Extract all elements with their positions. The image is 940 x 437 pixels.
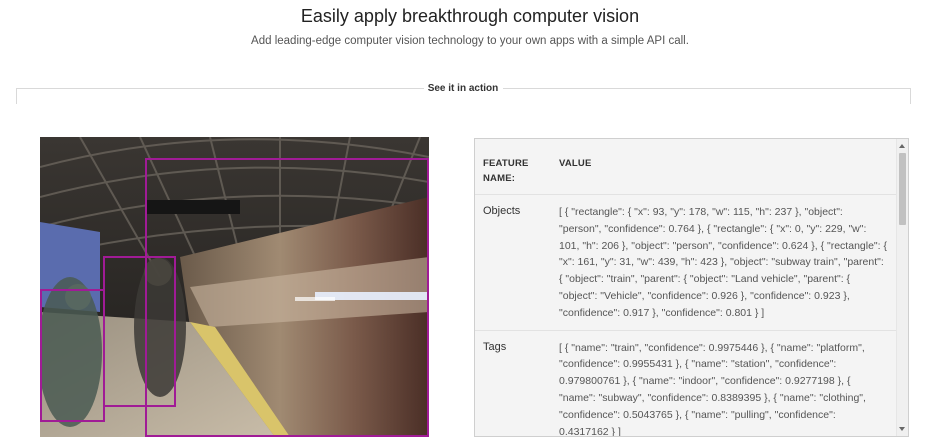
scroll-down-arrow-icon[interactable]	[899, 427, 905, 431]
section-heading: See it in action	[427, 83, 499, 94]
scrollbar-thumb[interactable]	[899, 153, 906, 225]
table-row: Objects [ { "rectangle": { "x": 93, "y":…	[475, 195, 898, 331]
divider	[503, 88, 910, 89]
feature-name: Tags	[483, 340, 507, 353]
divider	[16, 88, 424, 89]
detection-box-subway-train	[145, 158, 429, 437]
column-header-feature: FEATURE NAME:	[483, 158, 529, 184]
scroll-up-arrow-icon[interactable]	[899, 144, 905, 148]
table-row: Tags [ { "name": "train", "confidence": …	[475, 331, 898, 437]
scrollbar[interactable]	[896, 139, 908, 436]
results-panel[interactable]: FEATURE NAME: VALUE Objects [ { "rectang…	[474, 138, 909, 437]
feature-name: Objects	[483, 205, 521, 217]
feature-value: [ { "name": "train", "confidence": 0.997…	[559, 341, 866, 437]
page-title: Easily apply breakthrough computer visio…	[300, 6, 640, 26]
results-table: FEATURE NAME: VALUE Objects [ { "rectang…	[475, 139, 898, 437]
column-header-value: VALUE	[559, 158, 592, 169]
table-header: FEATURE NAME: VALUE	[475, 139, 898, 195]
detection-box-person	[40, 289, 105, 422]
page-subtitle: Add leading-edge computer vision technol…	[251, 35, 689, 47]
analyzed-image	[40, 137, 429, 437]
feature-value: [ { "rectangle": { "x": 93, "y": 178, "w…	[559, 206, 887, 319]
